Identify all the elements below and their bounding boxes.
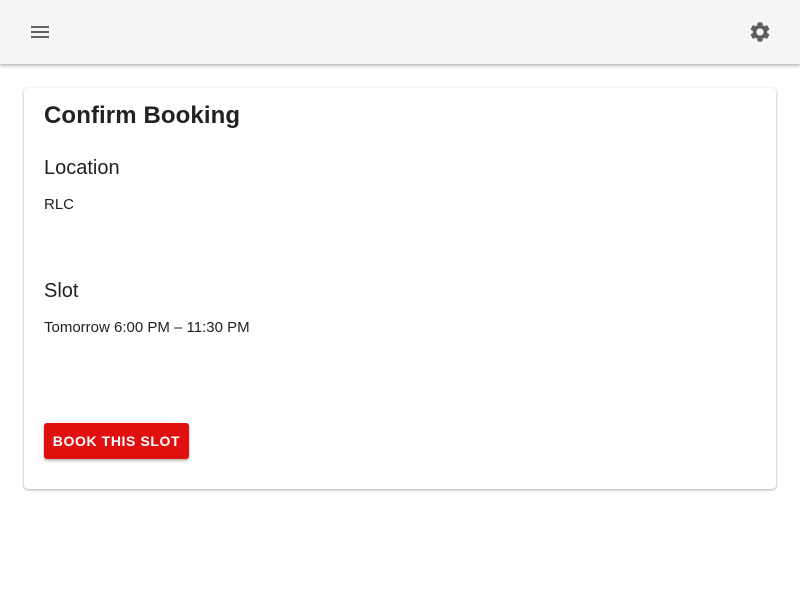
gear-icon — [748, 20, 772, 44]
page-title: Confirm Booking — [44, 102, 241, 129]
app-bar — [0, 0, 800, 64]
location-value: RLC — [44, 196, 75, 213]
book-slot-button[interactable]: BOOK THIS SLOT — [44, 423, 189, 459]
location-heading: Location — [44, 157, 120, 179]
settings-button[interactable] — [740, 12, 780, 52]
slot-value: Tomorrow 6:00 PM – 11:30 PM — [44, 319, 250, 336]
menu-button[interactable] — [20, 12, 60, 52]
slot-heading: Slot — [44, 280, 79, 302]
menu-icon — [28, 20, 52, 44]
booking-card: Confirm Booking Location RLC Slot Tomorr… — [24, 88, 776, 489]
